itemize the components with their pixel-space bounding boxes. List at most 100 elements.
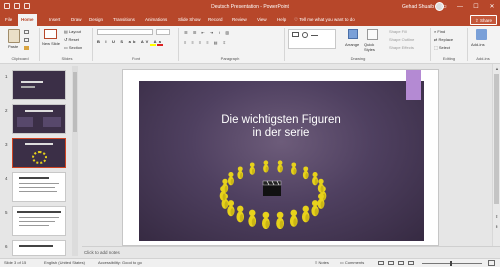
select-button[interactable]: ⬚ Select: [434, 45, 450, 50]
separator: [39, 28, 40, 61]
scroll-up-icon[interactable]: ▲: [495, 66, 499, 71]
scrollbar-thumb[interactable]: [494, 74, 499, 204]
user-name[interactable]: Gehad Shuaib: [402, 4, 434, 10]
replace-button[interactable]: ⇄ Replace: [434, 37, 453, 42]
fit-to-window-icon[interactable]: [488, 260, 495, 266]
tab-design[interactable]: Design: [86, 14, 106, 26]
tab-slide-show[interactable]: Slide Show: [175, 14, 204, 26]
quick-styles-button[interactable]: Quick Styles: [364, 42, 384, 52]
layout-label: Layout: [68, 29, 81, 34]
figures-ring-graphic[interactable]: [123, 70, 439, 246]
copy-icon[interactable]: [24, 38, 29, 42]
arrange-button[interactable]: Arrange: [345, 42, 359, 47]
paste-button[interactable]: Paste: [8, 44, 18, 49]
section-button[interactable]: ▭ Section: [64, 45, 82, 50]
reading-view-icon[interactable]: [398, 261, 404, 265]
new-slide-icon[interactable]: [44, 29, 57, 39]
share-button[interactable]: ⇪ Share: [469, 15, 497, 25]
reset-button[interactable]: ↺ Reset: [64, 37, 79, 42]
close-button[interactable]: ✕: [484, 0, 500, 14]
normal-view-icon[interactable]: [378, 261, 384, 265]
shape-effects-button[interactable]: Shape Effects: [389, 45, 414, 50]
next-slide-icon[interactable]: ⇟: [495, 224, 498, 229]
slide-counter: Slide 3 of 15: [4, 260, 27, 265]
thumbnail-number: 5: [5, 210, 8, 215]
tab-home[interactable]: Home: [18, 14, 37, 26]
thumbnail-slide-6[interactable]: [12, 240, 66, 256]
previous-slide-icon[interactable]: ⇞: [495, 214, 498, 219]
new-slide-button[interactable]: New Slide: [42, 41, 60, 46]
font-size-box[interactable]: [156, 29, 170, 35]
thumbnail-slide-1[interactable]: [12, 70, 66, 100]
notes-pane[interactable]: Click to add notes: [82, 246, 500, 258]
tab-insert[interactable]: Insert: [46, 14, 63, 26]
addins-button[interactable]: Add-ins: [471, 42, 485, 47]
thumbnail-text: [21, 81, 43, 83]
thumbnail-text: [19, 191, 57, 192]
slide-sorter-icon[interactable]: [388, 261, 394, 265]
section-label: Section: [68, 45, 83, 50]
ribbon-display-icon[interactable]: ▭: [436, 0, 452, 14]
thumbnails-scrollbar[interactable]: [72, 66, 78, 256]
oval-shape-icon[interactable]: [302, 32, 308, 38]
zoom-slider[interactable]: [422, 263, 482, 264]
maximize-button[interactable]: ☐: [468, 0, 484, 14]
notes-toggle[interactable]: ≡ Notes: [315, 259, 329, 267]
slideshow-icon[interactable]: [408, 261, 414, 265]
paste-icon[interactable]: [8, 29, 20, 43]
powerpoint-window: Deutsch Presentation - PowerPoint Gehad …: [0, 0, 500, 267]
thumbnail-text: [19, 217, 59, 218]
yellow-figure: [236, 205, 245, 223]
thumbnail-text: [17, 211, 61, 213]
thumbnail-number: 6: [5, 244, 8, 249]
yellow-figure: [237, 166, 244, 180]
find-button[interactable]: ⌕ Find: [434, 29, 445, 34]
thumbnail-slide-5[interactable]: [12, 206, 66, 236]
language-status[interactable]: English (United States): [44, 259, 85, 267]
shape-outline-button[interactable]: Shape Outline: [389, 37, 414, 42]
comments-toggle[interactable]: ▭ Comments: [340, 259, 364, 267]
yellow-figure: [289, 209, 298, 227]
thumbnail-text: [25, 143, 53, 145]
thumbnail-slide-4[interactable]: [12, 172, 66, 202]
list-buttons[interactable]: ☰ ☰ ⇤ ⇥ ↕ ▥: [184, 30, 231, 35]
line-shape-icon[interactable]: [311, 35, 318, 36]
status-bar: Slide 3 of 15 English (United States) Ac…: [0, 258, 500, 267]
addins-icon[interactable]: [476, 29, 487, 40]
alignment-buttons[interactable]: ≡ ≡ ≡ ≡ ▤ ⇳: [184, 40, 228, 45]
zoom-slider-thumb[interactable]: [450, 261, 452, 266]
tab-transitions[interactable]: Transitions: [110, 14, 138, 26]
tab-animations[interactable]: Animations: [142, 14, 170, 26]
minimize-button[interactable]: —: [452, 0, 468, 14]
font-color-icon[interactable]: [157, 40, 163, 46]
accessibility-status[interactable]: Accessibility: Good to go: [98, 259, 142, 267]
tab-help[interactable]: Help: [274, 14, 289, 26]
thumbnail-slide-2[interactable]: [12, 104, 66, 134]
editor-scrollbar[interactable]: ▲ ⇞ ⇟: [492, 64, 500, 246]
thumbnail-slide-3[interactable]: [12, 138, 66, 168]
tab-file[interactable]: File: [2, 14, 15, 26]
cut-icon[interactable]: [24, 30, 29, 34]
tab-view[interactable]: View: [254, 14, 270, 26]
yellow-figure: [301, 205, 310, 223]
arrange-icon[interactable]: [348, 29, 358, 39]
yellow-figure: [261, 211, 270, 230]
thumbnail-text: [19, 221, 55, 222]
shape-fill-button[interactable]: Shape Fill: [389, 29, 407, 34]
scrollbar-thumb[interactable]: [73, 72, 77, 132]
format-painter-icon[interactable]: [24, 46, 29, 50]
current-slide[interactable]: Die wichtigsten Figuren in der serie: [122, 69, 439, 246]
group-label-font: Font: [131, 56, 140, 61]
tab-record[interactable]: Record: [205, 14, 226, 26]
quick-styles-icon[interactable]: [367, 29, 378, 40]
rectangle-shape-icon[interactable]: [292, 32, 299, 37]
layout-button[interactable]: ▤ Layout: [64, 29, 81, 34]
highlight-icon[interactable]: [150, 40, 156, 46]
font-name-box[interactable]: [97, 29, 153, 35]
tab-review[interactable]: Review: [229, 14, 250, 26]
window-controls: ▭ — ☐ ✕: [436, 0, 500, 14]
ribbon-tabs: File Home Insert Draw Design Transitions…: [0, 14, 500, 26]
tell-me-box[interactable]: ♡ Tell me what you want to do: [294, 14, 355, 26]
yellow-figure: [227, 172, 234, 186]
tab-draw[interactable]: Draw: [68, 14, 85, 26]
